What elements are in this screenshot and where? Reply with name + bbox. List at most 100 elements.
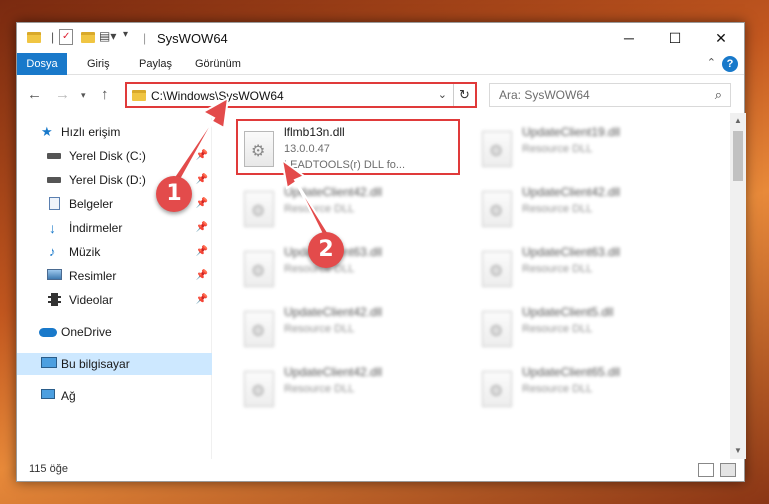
scroll-up-icon[interactable]: ▲ — [730, 113, 746, 129]
sidebar-item-onedrive[interactable]: OneDrive — [17, 321, 212, 343]
tiles-view-icon[interactable] — [720, 463, 736, 477]
drive-icon — [47, 177, 61, 183]
forward-arrow-icon[interactable]: → — [55, 86, 70, 103]
pin-icon[interactable]: 📌 — [196, 289, 208, 311]
status-bar: 115 öğe — [17, 459, 744, 481]
network-icon — [41, 389, 55, 399]
file-name: UpdateClient65.dll — [522, 365, 621, 379]
file-type: Resource DLL — [284, 383, 355, 395]
search-icon[interactable]: ⌕ — [715, 87, 722, 103]
scroll-down-icon[interactable]: ▼ — [730, 443, 746, 459]
chevron-down-icon[interactable]: ⌄ — [438, 88, 447, 101]
file-tile[interactable]: UpdateClient63.dll Resource DLL — [238, 241, 462, 297]
tab-file[interactable]: Dosya — [17, 53, 67, 75]
new-folder-icon[interactable] — [81, 32, 95, 43]
dll-file-icon — [244, 311, 274, 347]
file-tile[interactable]: UpdateClient42.dll Resource DLL — [238, 361, 462, 417]
file-type: Resource DLL — [522, 323, 593, 335]
file-type: Resource DLL — [284, 203, 355, 215]
folder-icon — [27, 32, 41, 43]
dll-file-icon — [482, 191, 512, 227]
file-tile[interactable]: UpdateClient42.dll Resource DLL — [238, 301, 462, 357]
sidebar-item-quick-access[interactable]: ★ Hızlı erişim — [17, 121, 212, 143]
download-icon: ↓ — [49, 220, 56, 236]
music-icon: ♪ — [49, 244, 56, 259]
file-description: LEADTOOLS(r) DLL fo... — [284, 159, 406, 171]
computer-icon — [41, 357, 57, 368]
file-tile-highlighted[interactable]: lflmb13n.dll 13.0.0.47 LEADTOOLS(r) DLL … — [236, 119, 460, 175]
scroll-thumb[interactable] — [733, 131, 743, 181]
file-tile[interactable]: UpdateClient65.dll Resource DLL — [476, 361, 700, 417]
dll-file-icon — [482, 311, 512, 347]
sidebar-item-label: Resimler — [69, 269, 117, 283]
pin-icon[interactable]: 📌 — [196, 241, 208, 263]
sidebar-item-label: OneDrive — [61, 325, 112, 339]
minimize-button[interactable]: ─ — [606, 23, 652, 53]
file-tile[interactable]: UpdateClient19.dll Resource DLL — [476, 121, 700, 177]
maximize-button[interactable]: ☐ — [652, 23, 698, 53]
file-tile[interactable]: UpdateClient42.dll Resource DLL — [238, 181, 462, 237]
file-name: UpdateClient42.dll — [284, 365, 383, 379]
customize-toolbar-icon[interactable]: ▾ — [123, 29, 128, 45]
dll-file-icon — [482, 251, 512, 287]
up-arrow-icon[interactable]: ↑ — [101, 86, 109, 103]
sidebar-item-pictures[interactable]: Resimler 📌 — [17, 265, 212, 287]
file-name: UpdateClient5.dll — [522, 305, 614, 319]
file-tile[interactable]: UpdateClient63.dll Resource DLL — [476, 241, 700, 297]
sidebar-item-network[interactable]: Ağ — [17, 385, 212, 407]
address-path[interactable]: C:\Windows\SysWOW64 — [151, 89, 284, 103]
file-type: Resource DLL — [522, 143, 593, 155]
sidebar-item-label: Bu bilgisayar — [61, 357, 130, 371]
file-name: UpdateClient63.dll — [522, 245, 621, 259]
sidebar-item-label: Ağ — [61, 389, 76, 403]
sidebar-item-this-pc[interactable]: Bu bilgisayar — [17, 353, 212, 375]
file-name: UpdateClient42.dll — [284, 305, 383, 319]
close-button[interactable]: ✕ — [698, 23, 744, 53]
search-placeholder: Ara: SysWOW64 — [499, 88, 590, 102]
details-view-icon[interactable] — [698, 463, 714, 477]
chevron-up-icon[interactable]: ⌃ — [707, 56, 716, 69]
tab-share[interactable]: Paylaş — [129, 53, 182, 75]
file-name: UpdateClient42.dll — [522, 185, 621, 199]
file-tile[interactable]: UpdateClient5.dll Resource DLL — [476, 301, 700, 357]
title-separator: | — [143, 31, 147, 45]
help-icon[interactable]: ? — [722, 56, 738, 72]
back-arrow-icon[interactable]: ← — [27, 86, 42, 103]
file-type: Resource DLL — [522, 383, 593, 395]
explorer-window: | ✓ ▤▾ ▾ | SysWOW64 ─ ☐ ✕ Dosya Giriş Pa… — [16, 22, 746, 482]
sidebar-item-downloads[interactable]: ↓ İndirmeler 📌 — [17, 217, 212, 239]
sidebar-item-music[interactable]: ♪ Müzik 📌 — [17, 241, 212, 263]
search-input[interactable]: Ara: SysWOW64 ⌕ — [489, 83, 731, 107]
annotation-step-2: 2 — [308, 232, 344, 268]
window-title: SysWOW64 — [157, 31, 228, 46]
refresh-icon[interactable]: ↻ — [453, 84, 475, 106]
pin-icon[interactable]: 📌 — [196, 265, 208, 287]
sidebar-item-label: Belgeler — [69, 197, 114, 211]
tab-view[interactable]: Görünüm — [185, 53, 251, 75]
view-menu-icon[interactable]: ▤▾ — [99, 29, 116, 45]
drive-icon — [47, 153, 61, 159]
pin-icon[interactable]: 📌 — [196, 145, 208, 167]
file-type: Resource DLL — [522, 263, 593, 275]
file-tile[interactable]: UpdateClient42.dll Resource DLL — [476, 181, 700, 237]
address-row: ← → ▾ ↑ C:\Windows\SysWOW64 ⌄ ↻ Ara: Sys… — [17, 75, 744, 113]
sidebar-item-label: İndirmeler — [69, 221, 123, 235]
vertical-scrollbar[interactable]: ▲ ▼ — [730, 113, 746, 459]
tab-home[interactable]: Giriş — [77, 53, 120, 75]
recent-locations-icon[interactable]: ▾ — [81, 90, 86, 101]
file-type: Resource DLL — [522, 203, 593, 215]
dll-file-icon — [244, 131, 274, 167]
pictures-icon — [47, 269, 62, 280]
properties-icon[interactable]: ✓ — [59, 29, 73, 45]
annotation-step-1: 1 — [156, 176, 192, 212]
sidebar-item-label: Videolar — [69, 293, 113, 307]
pin-icon[interactable]: 📌 — [196, 169, 208, 191]
file-name: lflmb13n.dll — [284, 125, 345, 139]
ribbon: Dosya Giriş Paylaş Görünüm ⌃ ? — [17, 53, 744, 75]
address-bar[interactable]: C:\Windows\SysWOW64 ⌄ ↻ — [125, 82, 477, 108]
pin-icon[interactable]: 📌 — [196, 217, 208, 239]
sidebar-item-local-disk-c[interactable]: Yerel Disk (C:) 📌 — [17, 145, 212, 167]
sidebar-item-videos[interactable]: Videolar 📌 — [17, 289, 212, 311]
pin-icon[interactable]: 📌 — [196, 193, 208, 215]
file-name: UpdateClient19.dll — [522, 125, 621, 139]
